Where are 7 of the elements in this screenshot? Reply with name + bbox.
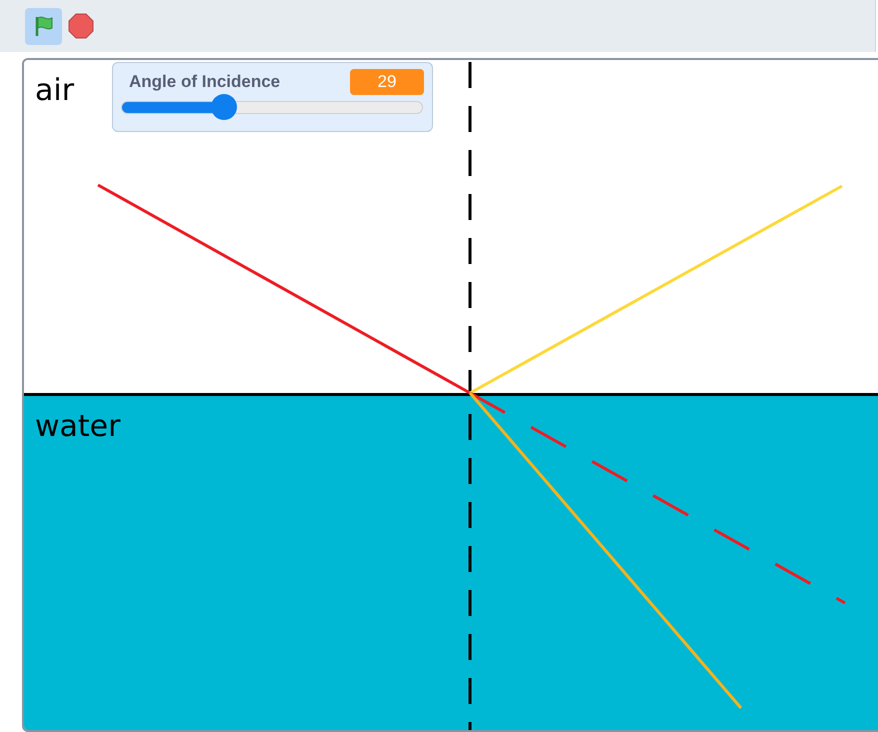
slider-thumb[interactable] [211,94,237,120]
stop-icon[interactable] [68,13,94,39]
region-label: water [35,412,120,442]
monitor-label: Angle of Incidence [129,71,280,94]
region-label: air [35,76,74,106]
monitor-value: 29 [350,69,424,95]
run-button[interactable] [25,8,62,44]
